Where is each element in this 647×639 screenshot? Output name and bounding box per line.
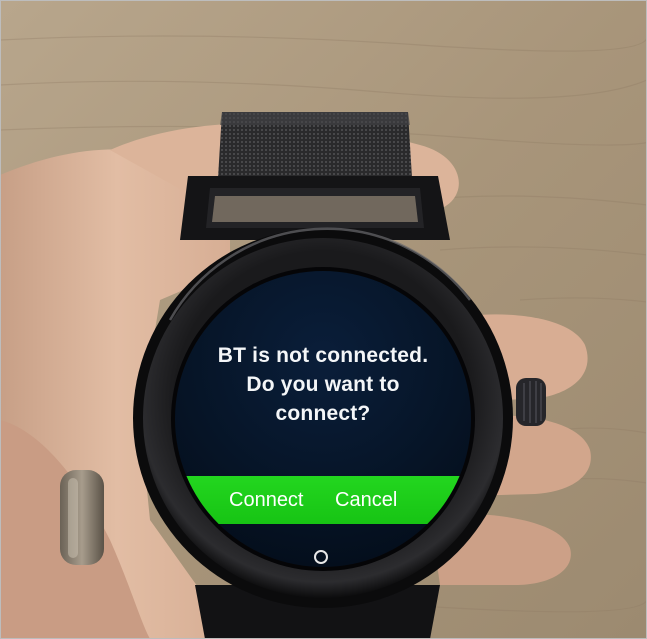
dialog-action-bar: Connect Cancel xyxy=(175,476,471,524)
prompt-line-3: connect? xyxy=(275,402,371,425)
connect-button[interactable]: Connect xyxy=(229,486,304,514)
photo-scene: BT is not connected. Do you want to conn… xyxy=(0,0,647,639)
bluetooth-prompt: BT is not connected. Do you want to conn… xyxy=(175,341,471,428)
cancel-button[interactable]: Cancel xyxy=(335,486,397,514)
prompt-line-1: BT is not connected. xyxy=(217,344,429,367)
watch-screen: BT is not connected. Do you want to conn… xyxy=(175,271,471,567)
wedding-ring xyxy=(60,470,104,565)
prompt-line-2: Do you want to xyxy=(246,373,400,396)
home-circle-icon[interactable] xyxy=(314,550,328,564)
